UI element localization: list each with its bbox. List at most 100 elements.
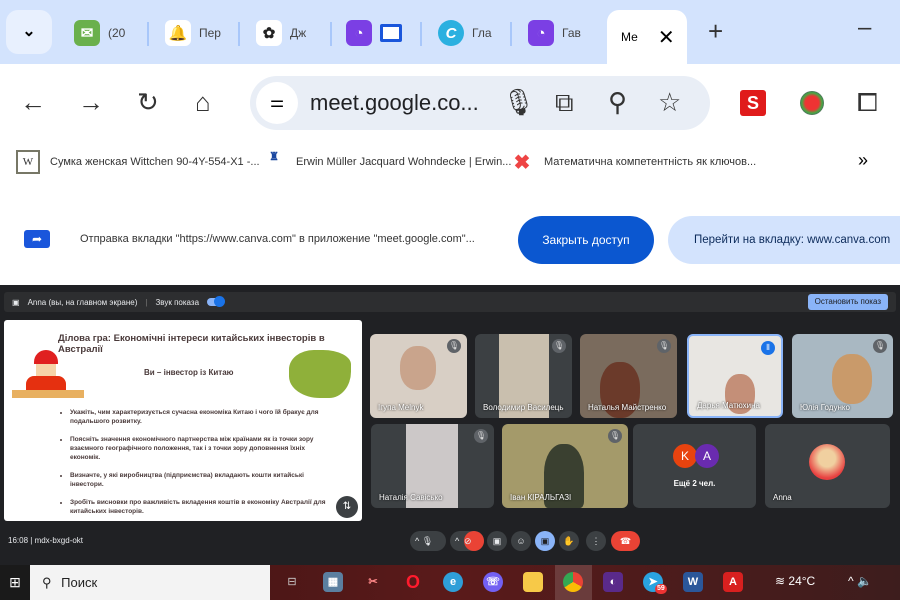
telegram-icon[interactable]: ➤ 59 bbox=[643, 572, 667, 594]
avatar: K bbox=[673, 444, 697, 468]
acrobat-icon[interactable]: A bbox=[723, 572, 743, 592]
swap-layout-button[interactable]: ⇅ bbox=[336, 496, 358, 518]
chevron-up-icon[interactable]: ^ bbox=[848, 574, 854, 588]
tab-search-button[interactable]: ⌄ bbox=[6, 10, 52, 54]
camera-button[interactable]: ^ ⊘ bbox=[450, 531, 484, 551]
back-icon[interactable]: ← bbox=[20, 88, 46, 116]
mic-off-icon: 🎙 bbox=[873, 339, 887, 353]
calculator-icon[interactable]: ▦ bbox=[323, 572, 343, 592]
mail-icon: ✉ bbox=[74, 20, 100, 46]
self-tile[interactable]: Anna bbox=[765, 424, 890, 508]
site-settings-icon[interactable]: ⚌ bbox=[256, 82, 298, 124]
participant-tile[interactable]: 🎙 Наталья Майстренко bbox=[580, 334, 677, 418]
wind-icon: ≋ bbox=[775, 574, 786, 588]
speaking-indicator-icon: ⦀ bbox=[761, 341, 775, 355]
notification-badge: 59 bbox=[655, 584, 667, 594]
close-access-button[interactable]: Закрыть доступ bbox=[518, 216, 654, 264]
present-icon: ▣ bbox=[540, 536, 550, 546]
chatgpt-icon: ✿ bbox=[256, 20, 282, 46]
new-tab-button[interactable]: + bbox=[708, 16, 723, 47]
tab-active[interactable]: Ме ✕ bbox=[607, 10, 687, 64]
snipping-tool-icon[interactable]: ✂ bbox=[363, 572, 383, 592]
tab-5[interactable]: C Гла bbox=[438, 14, 492, 52]
notification-text: Отправка вкладки "https://www.canva.com"… bbox=[80, 233, 475, 245]
zoom-out-icon[interactable]: ⚲ bbox=[608, 88, 627, 116]
bookmark-1[interactable]: W Сумка женская Wittchen 90-4Y-554-X1 -..… bbox=[16, 150, 260, 174]
start-button[interactable]: ⊞ bbox=[0, 565, 30, 600]
bookmark-star-icon[interactable]: ☆ bbox=[658, 88, 681, 116]
extension-s-icon[interactable]: S bbox=[740, 90, 766, 116]
bell-icon: 🔔 bbox=[165, 20, 191, 46]
tab-3[interactable]: ✿ Дж bbox=[256, 14, 306, 52]
close-tab-icon[interactable]: ✕ bbox=[658, 25, 675, 50]
more-bookmarks-icon[interactable]: » bbox=[858, 150, 868, 171]
opera-icon[interactable]: O bbox=[403, 572, 423, 592]
hand-icon: ✋ bbox=[563, 536, 575, 546]
participant-tile[interactable]: 🎙 Володимир Василець bbox=[475, 334, 572, 418]
word-icon[interactable]: W bbox=[683, 572, 703, 592]
mic-off-icon: 🎙 bbox=[552, 339, 566, 353]
slide-subtitle: Ви – інвестор із Китаю bbox=[144, 368, 234, 377]
bookmark-2[interactable]: ♜ Erwin Müller Jacquard Wohndecke | Erwin… bbox=[262, 150, 511, 174]
bookmark-3[interactable]: ✖ Математична компетентність як ключов... bbox=[510, 150, 757, 174]
minimize-button[interactable]: – bbox=[858, 14, 871, 42]
participant-tile[interactable]: 🎙 Юлія Годунко bbox=[792, 334, 893, 418]
search-icon: ⚲ bbox=[42, 575, 52, 590]
participant-tile[interactable]: 🎙 Наталія Савісько bbox=[371, 424, 494, 508]
tab-6[interactable]: ◔ Гав bbox=[528, 14, 581, 52]
microphone-icon: 🎙 bbox=[421, 536, 434, 546]
tray-icons[interactable]: ^ 🔈 bbox=[848, 574, 872, 588]
tab-2[interactable]: 🔔 Пер bbox=[165, 14, 221, 52]
goto-tab-button[interactable]: Перейти на вкладку: www.canva.com bbox=[668, 216, 900, 264]
more-options-button[interactable]: ⋮ bbox=[586, 531, 606, 551]
address-bar[interactable]: ⚌ meet.google.co... 🎙 ⧉ ⚲ ☆ bbox=[250, 76, 710, 130]
task-view-icon[interactable]: ⊟ bbox=[282, 572, 302, 592]
presentation-icon: ◔ bbox=[346, 20, 372, 46]
viber-icon[interactable]: ☏ bbox=[483, 572, 503, 592]
camera-off-icon: ⊘ bbox=[464, 531, 484, 551]
emoji-icon: ☺ bbox=[516, 536, 526, 546]
reactions-button[interactable]: ☺ bbox=[511, 531, 531, 551]
forward-icon[interactable]: → bbox=[78, 88, 104, 116]
open-external-icon[interactable]: ⧉ bbox=[555, 88, 574, 116]
volume-icon[interactable]: 🔈 bbox=[857, 574, 872, 588]
avatar: A bbox=[695, 444, 719, 468]
australia-map bbox=[289, 350, 351, 398]
taskbar: ⊞ ⚲ Поиск ⊟ ▦ ✂ O e ☏ ◐ ➤ 59 W A ≋ 24°C ^… bbox=[0, 565, 900, 600]
muller-icon: ♜ bbox=[269, 151, 279, 163]
screen-share-icon bbox=[380, 24, 402, 42]
stop-presenting-button[interactable]: Остановить показ bbox=[807, 294, 888, 310]
captions-icon: ▣ bbox=[492, 536, 502, 546]
reload-icon[interactable]: ↻ bbox=[137, 88, 159, 116]
mic-off-icon: 🎙 bbox=[657, 339, 671, 353]
avatar bbox=[809, 444, 845, 480]
captions-button[interactable]: ▣ bbox=[487, 531, 507, 551]
leave-call-button[interactable]: ☎ bbox=[611, 531, 640, 551]
slide-bullets: Укажіть, чим характеризується сучасна ек… bbox=[62, 408, 334, 516]
shared-slide: Ділова гра: Економічні інтереси китайськ… bbox=[4, 320, 362, 521]
wittchen-icon: W bbox=[16, 150, 40, 174]
app-purple-icon[interactable]: ◐ bbox=[603, 572, 623, 592]
tab-4[interactable]: ◔ bbox=[346, 14, 402, 52]
more-participants-tile[interactable]: K A Ещё 2 чел. bbox=[633, 424, 756, 508]
home-icon[interactable]: ⌂ bbox=[195, 88, 211, 116]
participant-tile[interactable]: 🎙 Іван КІРАЛЬГАЗІ bbox=[502, 424, 628, 508]
present-button[interactable]: ▣ bbox=[535, 531, 555, 551]
chrome-icon[interactable] bbox=[563, 572, 583, 592]
file-explorer-icon[interactable] bbox=[523, 572, 543, 592]
url-text[interactable]: meet.google.co... bbox=[310, 90, 479, 116]
extensions-puzzle-icon[interactable]: ⧠ bbox=[857, 88, 878, 116]
participant-tile[interactable]: 🎙 Ігупа Melnyk bbox=[370, 334, 467, 418]
tab-1[interactable]: ✉ (20 bbox=[74, 14, 125, 52]
edge-icon[interactable]: e bbox=[443, 572, 463, 592]
weather-widget[interactable]: ≋ 24°C bbox=[775, 574, 815, 588]
raise-hand-button[interactable]: ✋ bbox=[559, 531, 579, 551]
microphone-icon[interactable]: 🎙 bbox=[502, 88, 535, 116]
search-box[interactable]: ⚲ Поиск bbox=[30, 565, 270, 600]
participant-tile-speaking[interactable]: ⦀ Дарья Матюхина bbox=[687, 334, 783, 418]
hang-up-icon: ☎ bbox=[619, 536, 632, 546]
mic-button[interactable]: ^ 🎙 bbox=[410, 531, 446, 551]
meet-window: ▣ Anna (вы, на главном экране) | Звук по… bbox=[0, 285, 900, 565]
sound-toggle[interactable] bbox=[207, 296, 226, 307]
extension-round-icon[interactable] bbox=[800, 91, 824, 115]
